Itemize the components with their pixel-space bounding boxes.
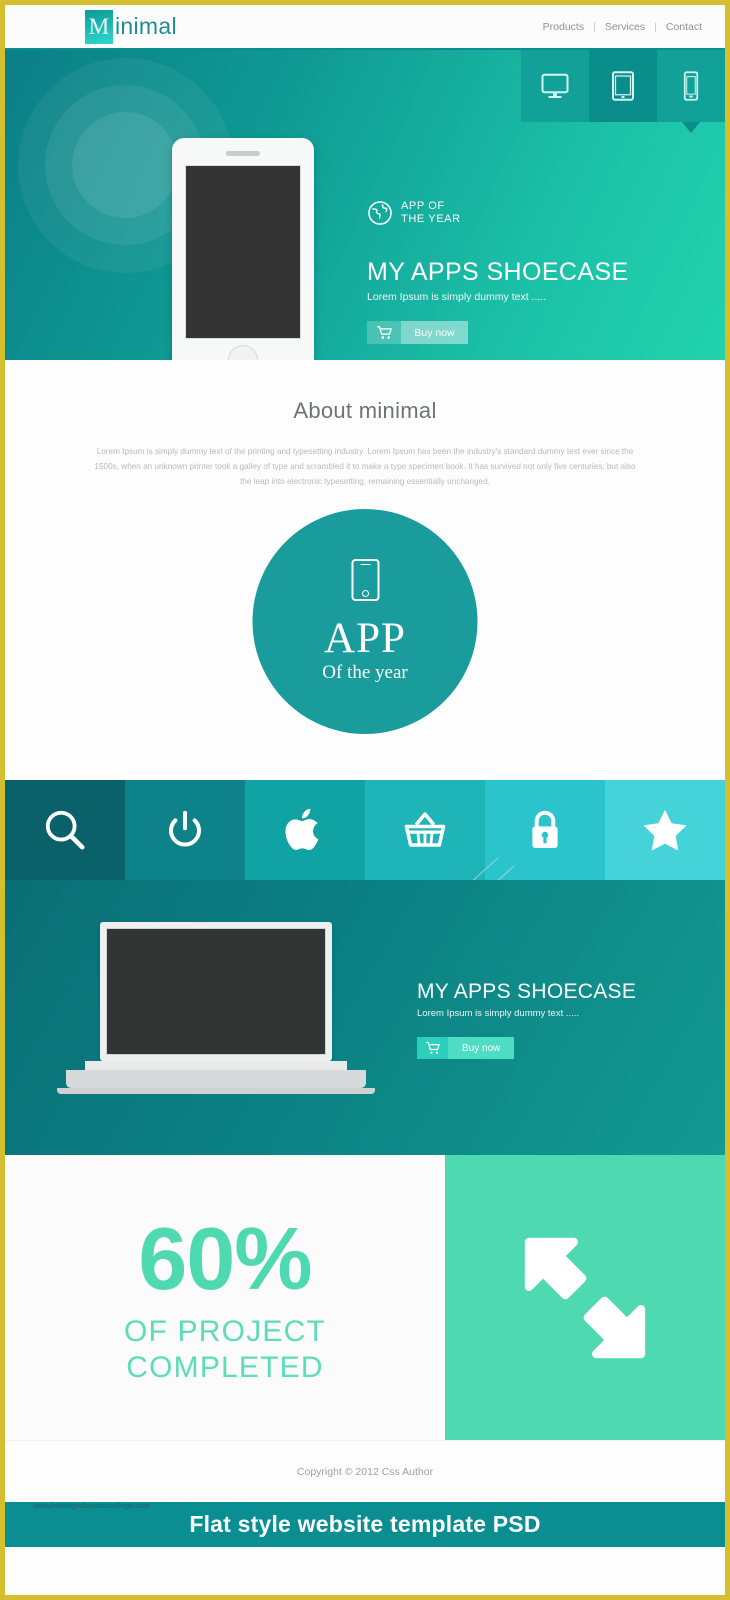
tablet-icon <box>612 71 634 101</box>
logo-initial-box: M <box>85 9 113 44</box>
hero-section: APP OF THE YEAR MY APPS SHOECASE Lorem I… <box>5 50 725 360</box>
laptop-mockup <box>57 922 375 1094</box>
laptop-section: MY APPS SHOECASE Lorem Ipsum is simply d… <box>5 880 725 1155</box>
laptop-screen <box>106 928 326 1055</box>
laptop-hinge <box>85 1061 347 1070</box>
icon-cell-basket[interactable] <box>365 780 485 880</box>
banner-text: Flat style website template PSD <box>189 1511 541 1537</box>
page-inner: M inimal Products | Services | Contact A… <box>5 5 725 1595</box>
stats-graphic-panel <box>445 1155 725 1440</box>
site-logo[interactable]: M inimal <box>85 9 177 44</box>
nav-item-products[interactable]: Products <box>542 21 585 33</box>
laptop-buy-label: Buy now <box>448 1037 515 1059</box>
laptop-buy-button[interactable]: Buy now <box>417 1037 636 1059</box>
stat-line-1: OF PROJECT <box>123 1314 326 1348</box>
monitor-icon <box>541 73 569 98</box>
icon-cell-apple[interactable] <box>245 780 365 880</box>
award-line-2: THE YEAR <box>401 213 461 225</box>
laptop-foot <box>57 1088 375 1094</box>
phone-screen <box>185 165 301 339</box>
award-line-1: APP OF <box>401 200 445 212</box>
expand-arrows-icon <box>524 1237 646 1358</box>
power-icon <box>169 810 201 847</box>
search-icon <box>45 810 85 850</box>
lock-icon <box>532 810 558 848</box>
icon-cell-search[interactable] <box>5 780 125 880</box>
icon-strip <box>5 780 725 880</box>
hero-buy-label: Buy now <box>401 321 468 344</box>
device-tab-desktop[interactable] <box>521 50 589 122</box>
nav-separator-2: | <box>654 20 657 33</box>
laptop-subtitle: Lorem Ipsum is simply dummy text ..... <box>417 1008 580 1019</box>
award-badge: APP OF THE YEAR <box>367 200 629 226</box>
hero-title: MY APPS SHOECASE <box>367 258 629 286</box>
hero-copy: APP OF THE YEAR MY APPS SHOECASE Lorem I… <box>367 200 629 344</box>
phone-mockup <box>172 138 314 360</box>
active-tab-pointer <box>682 122 700 133</box>
device-tab-tablet[interactable] <box>589 50 657 122</box>
laptop-copy: MY APPS SHOECASE Lorem Ipsum is simply d… <box>417 980 636 1059</box>
laptop-title: MY APPS SHOECASE <box>417 980 637 1003</box>
site-footer: Copyright © 2012 Css Author www.heritage… <box>5 1440 725 1510</box>
stat-percentage: 60% <box>138 1208 312 1308</box>
cart-icon <box>417 1037 448 1059</box>
globe-icon <box>368 201 392 225</box>
site-header: M inimal Products | Services | Contact <box>5 5 725 50</box>
stats-text-panel: 60% OF PROJECT COMPLETED <box>5 1155 445 1440</box>
app-of-the-year-badge: APP Of the year <box>252 509 478 734</box>
watermark-text: www.heritagechristiancollege.com <box>33 1501 150 1510</box>
device-tab-phone[interactable] <box>657 50 725 133</box>
badge-subtitle: Of the year <box>322 662 408 683</box>
stats-section: 60% OF PROJECT COMPLETED <box>5 1155 725 1440</box>
about-paragraph: Lorem Ipsum is simply dummy text of the … <box>94 447 636 486</box>
icon-cell-power[interactable] <box>125 780 245 880</box>
copyright-text: Copyright © 2012 Css Author <box>296 1465 434 1478</box>
about-section: About minimal Lorem Ipsum is simply dumm… <box>5 360 725 1087</box>
cart-icon <box>367 321 401 344</box>
phone-home-button <box>228 345 258 360</box>
about-heading: About minimal <box>293 398 437 423</box>
laptop-lid <box>100 922 332 1061</box>
award-text: APP OF THE YEAR <box>401 200 461 226</box>
star-icon <box>643 809 687 851</box>
hero-buy-button[interactable]: Buy now <box>367 321 629 344</box>
nav-separator-1: | <box>593 20 596 33</box>
device-tabs <box>521 50 725 133</box>
apple-icon <box>285 808 319 850</box>
icon-cell-lock[interactable] <box>485 780 605 880</box>
laptop-base <box>66 1070 366 1088</box>
icon-cell-star[interactable] <box>605 780 725 880</box>
basket-icon <box>404 812 446 847</box>
smartphone-icon <box>351 559 379 601</box>
hero-subtitle: Lorem Ipsum is simply dummy text ..... <box>367 291 547 303</box>
badge-title: APP <box>324 615 406 662</box>
phone-icon <box>683 71 699 101</box>
main-nav: Products | Services | Contact <box>542 21 703 33</box>
logo-wordmark: inimal <box>115 13 177 39</box>
about-badge-wrap: APP Of the year <box>5 509 725 769</box>
page-root: M inimal Products | Services | Contact A… <box>0 0 730 1600</box>
nav-item-contact[interactable]: Contact <box>665 21 703 33</box>
phone-speaker <box>226 151 260 156</box>
nav-item-services[interactable]: Services <box>604 21 646 33</box>
stat-line-2: COMPLETED <box>126 1350 324 1384</box>
